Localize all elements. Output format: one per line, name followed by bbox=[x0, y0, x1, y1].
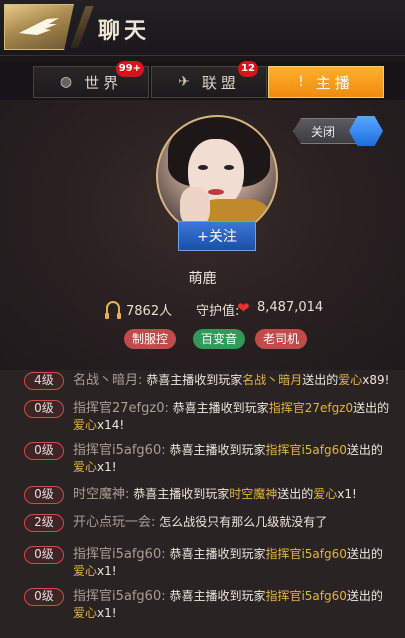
headphones-icon bbox=[105, 301, 121, 319]
highlight-text: 指挥官i5afg60 bbox=[265, 589, 347, 603]
message-text: x1! bbox=[97, 564, 117, 578]
level-badge: 0级 bbox=[24, 442, 64, 460]
highlight-text: 爱心 bbox=[73, 460, 98, 474]
highlight-text: 指挥官i5afg60 bbox=[265, 443, 347, 457]
message-text: 恭喜主播收到玩家 bbox=[169, 547, 266, 561]
highlight-text: 名战丶暗月 bbox=[242, 373, 303, 387]
message-body: 指挥官i5afg60: 恭喜主播收到玩家指挥官i5afg60送出的爱心x1! bbox=[73, 588, 393, 621]
message-text: 恭喜主播收到玩家 bbox=[172, 401, 269, 415]
heart-icon: ❤ bbox=[237, 299, 250, 317]
sender-name[interactable]: 指挥官i5afg60: bbox=[73, 547, 166, 562]
message-text: x1! bbox=[97, 606, 117, 620]
sender-name[interactable]: 指挥官i5afg60: bbox=[73, 589, 166, 604]
message-text: x1! bbox=[97, 460, 117, 474]
highlight-text: 指挥官i5afg60 bbox=[265, 547, 347, 561]
message-text: 送出的 bbox=[346, 443, 383, 457]
message-text: 怎么战役只有那么几级就没有了 bbox=[159, 515, 328, 529]
message-text: 恭喜主播收到玩家 bbox=[169, 443, 266, 457]
unread-badge: 99+ bbox=[115, 61, 144, 77]
globe-icon: ◍ bbox=[59, 74, 77, 90]
message-text: 恭喜主播收到玩家 bbox=[169, 589, 266, 603]
sender-name[interactable]: 指挥官27efgz0: bbox=[73, 401, 169, 416]
sender-name[interactable]: 名战丶暗月: bbox=[73, 373, 142, 388]
close-toggle[interactable]: 关闭 bbox=[293, 116, 385, 146]
message-body: 时空魔神: 恭喜主播收到玩家时空魔神送出的爱心x1! bbox=[73, 486, 393, 503]
highlight-text: 指挥官27efgz0 bbox=[268, 401, 354, 415]
message-text: x89! bbox=[362, 373, 390, 387]
tag-voice: 百变音 bbox=[193, 329, 246, 349]
level-badge: 0级 bbox=[24, 546, 64, 564]
level-badge: 4级 bbox=[24, 372, 64, 390]
highlight-text: 时空魔神 bbox=[229, 487, 278, 501]
anchor-avatar[interactable] bbox=[156, 115, 278, 237]
avatar-eye bbox=[198, 165, 208, 170]
message-body: 指挥官i5afg60: 恭喜主播收到玩家指挥官i5afg60送出的爱心x1! bbox=[73, 546, 393, 579]
message-text: 送出的 bbox=[346, 547, 383, 561]
tag-uniform: 制服控 bbox=[124, 329, 177, 349]
avatar-eye bbox=[224, 165, 234, 170]
tab-world[interactable]: ◍ 世界 99+ bbox=[33, 61, 149, 98]
header-separator bbox=[70, 6, 94, 48]
tab-label: 世界 bbox=[84, 73, 123, 92]
fans-count: 7862人 bbox=[126, 304, 173, 319]
eagle-logo-icon[interactable] bbox=[4, 4, 74, 50]
message-text: 送出的 bbox=[277, 487, 314, 501]
highlight-text: 爱心 bbox=[338, 373, 363, 387]
message-body: 指挥官27efgz0: 恭喜主播收到玩家指挥官27efgz0送出的爱心x14! bbox=[73, 400, 393, 433]
message-text: x1! bbox=[337, 487, 357, 501]
tab-alliance[interactable]: ✈ 联盟 12 bbox=[151, 61, 267, 98]
tag-driver: 老司机 bbox=[255, 329, 308, 349]
follow-button[interactable]: +关注 bbox=[178, 221, 256, 251]
highlight-text: 爱心 bbox=[73, 418, 98, 432]
message-text: 恭喜主播收到玩家 bbox=[146, 373, 243, 387]
chat-header: 聊天 bbox=[0, 0, 405, 56]
message-body: 指挥官i5afg60: 恭喜主播收到玩家指挥官i5afg60送出的爱心x1! bbox=[73, 442, 393, 475]
sender-name[interactable]: 时空魔神: bbox=[73, 487, 129, 502]
toggle-label: 关闭 bbox=[311, 125, 336, 139]
anchor-tags: 制服控 百变音 老司机 bbox=[0, 329, 405, 349]
highlight-text: 爱心 bbox=[73, 564, 98, 578]
chat-tabs: ◍ 世界 99+ ✈ 联盟 12 ! 主播 bbox=[0, 61, 405, 100]
message-body: 开心点玩一会: 怎么战役只有那么几级就没有了 bbox=[73, 514, 393, 531]
unread-badge: 12 bbox=[238, 61, 258, 77]
message-text: x14! bbox=[97, 418, 125, 432]
message-text: 送出的 bbox=[346, 589, 383, 603]
message-text: 送出的 bbox=[353, 401, 390, 415]
message-body: 名战丶暗月: 恭喜主播收到玩家名战丶暗月送出的爱心x89! bbox=[73, 372, 393, 389]
level-badge: 2级 bbox=[24, 514, 64, 532]
sender-name[interactable]: 开心点玩一会: bbox=[73, 515, 155, 530]
level-badge: 0级 bbox=[24, 400, 64, 418]
tab-label: 主播 bbox=[315, 73, 354, 92]
level-badge: 0级 bbox=[24, 486, 64, 504]
message-text: 送出的 bbox=[302, 373, 339, 387]
avatar-lips bbox=[208, 189, 224, 195]
chat-list[interactable]: 4级 名战丶暗月: 恭喜主播收到玩家名战丶暗月送出的爱心x89! 0级 指挥官27ef… bbox=[0, 370, 405, 638]
message-text: 恭喜主播收到玩家 bbox=[133, 487, 230, 501]
anchor-name: 萌鹿 bbox=[188, 271, 217, 287]
guard-value: 8,487,014 bbox=[257, 300, 324, 315]
page-title: 聊天 bbox=[98, 19, 151, 44]
guard-label: 守护值: bbox=[196, 304, 240, 319]
wings-icon: ✈ bbox=[178, 74, 194, 90]
anchor-profile: 关闭 +关注 萌鹿 7862人 守护值: ❤ 8,487,014 制服控 百变音… bbox=[0, 100, 405, 370]
tab-anchor[interactable]: ! 主播 bbox=[268, 66, 384, 98]
sender-name[interactable]: 指挥官i5afg60: bbox=[73, 443, 166, 458]
highlight-text: 爱心 bbox=[313, 487, 338, 501]
level-badge: 0级 bbox=[24, 588, 64, 606]
tab-label: 联盟 bbox=[201, 73, 240, 92]
exclamation-icon: ! bbox=[298, 74, 308, 90]
highlight-text: 爱心 bbox=[73, 606, 98, 620]
anchor-stats: 7862人 守护值: ❤ 8,487,014 bbox=[0, 299, 405, 319]
